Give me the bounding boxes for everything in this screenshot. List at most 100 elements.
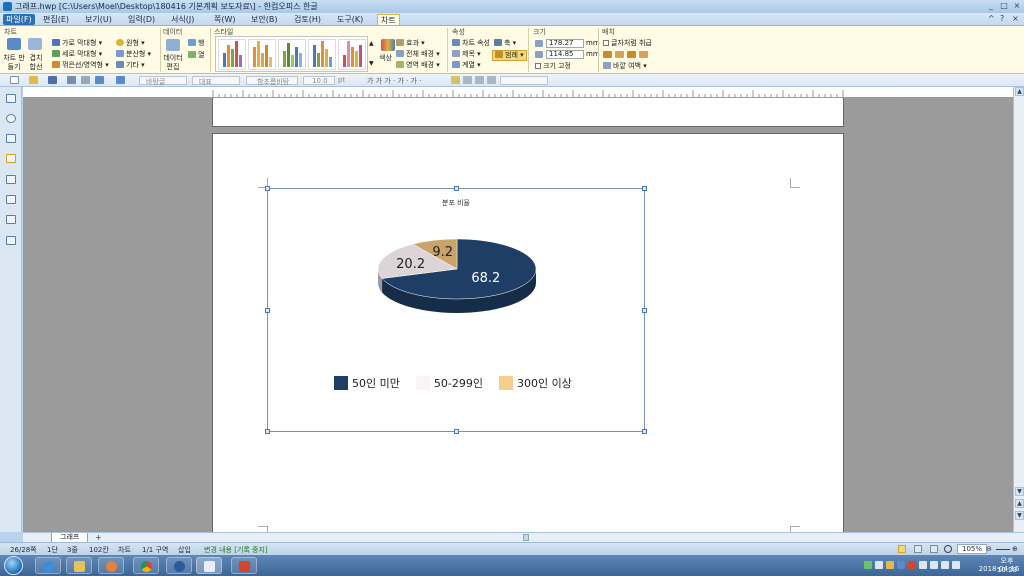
vertical-scrollbar[interactable]: ▲ ▼ ▲ ▼ bbox=[1013, 87, 1024, 532]
help-icon[interactable]: ? bbox=[1000, 14, 1004, 23]
taskbar-ie[interactable] bbox=[35, 557, 61, 574]
area-bg-button[interactable]: 영역 배경 ▾ bbox=[396, 61, 440, 70]
menu-review[interactable]: 검토(H) bbox=[291, 14, 324, 25]
redo-icon[interactable] bbox=[116, 76, 125, 84]
tray-icon[interactable] bbox=[908, 561, 916, 569]
column-button[interactable]: 열 bbox=[188, 51, 204, 60]
style-thumb[interactable] bbox=[248, 39, 276, 70]
chart-legend[interactable]: 50인 미만 50-299인 300인 이상 bbox=[334, 375, 588, 391]
whole-bg-button[interactable]: 전체 배경 ▾ bbox=[396, 50, 440, 59]
open-icon[interactable] bbox=[29, 76, 38, 84]
style-thumb[interactable] bbox=[308, 39, 336, 70]
zoom-slider[interactable] bbox=[996, 549, 1010, 550]
menu-format[interactable]: 서식(J) bbox=[168, 14, 197, 25]
style-thumb[interactable] bbox=[278, 39, 306, 70]
scatter-button[interactable]: 분산형 ▾ bbox=[116, 50, 151, 59]
pie-chart-plot[interactable]: 68.2 20.2 9.2 bbox=[268, 189, 644, 431]
zoom-select[interactable]: 105% bbox=[957, 544, 988, 554]
chart-object[interactable]: 분포 비율 68.2 20.2 9.2 50인 미만 50-299인 300인 이상 bbox=[265, 186, 647, 434]
start-button[interactable] bbox=[4, 556, 23, 575]
pie-button[interactable]: 원형 ▾ bbox=[116, 39, 145, 48]
align-center-icon[interactable] bbox=[463, 76, 472, 84]
taskbar-hwp[interactable] bbox=[196, 557, 222, 574]
align-right-icon[interactable] bbox=[475, 76, 484, 84]
axis-button[interactable]: 축 ▾ bbox=[494, 39, 516, 48]
help-panel-icon[interactable] bbox=[6, 114, 16, 123]
taskbar-media[interactable] bbox=[98, 557, 124, 574]
tray-icon[interactable] bbox=[864, 561, 872, 569]
menu-tools[interactable]: 도구(K) bbox=[334, 14, 366, 25]
menu-insert[interactable]: 입력(D) bbox=[125, 14, 158, 25]
chart-style-gallery[interactable] bbox=[215, 36, 368, 72]
chart-make-button[interactable]: 차트 만들기 bbox=[3, 54, 25, 72]
menu-edit[interactable]: 편집(E) bbox=[40, 14, 72, 25]
line-area-button[interactable]: 꺾은선/영역형 ▾ bbox=[52, 61, 109, 70]
print-icon[interactable] bbox=[67, 76, 76, 84]
menu-view[interactable]: 보기(U) bbox=[82, 14, 115, 25]
status-insert[interactable]: 삽입 bbox=[178, 545, 191, 555]
width-input[interactable]: 178.27 bbox=[546, 39, 584, 48]
layout-view-icon[interactable] bbox=[930, 545, 938, 553]
bar-vertical-button[interactable]: 세로 막대형 ▾ bbox=[52, 50, 102, 59]
tray-icon[interactable] bbox=[930, 561, 938, 569]
align-justify-icon[interactable] bbox=[487, 76, 496, 84]
next-page-icon[interactable]: ▼ bbox=[1015, 511, 1024, 520]
normal-view-icon[interactable] bbox=[898, 545, 906, 553]
font-size-input[interactable]: 10.0 bbox=[303, 76, 335, 85]
menu-file[interactable]: 파일(F) bbox=[3, 14, 35, 25]
style-thumb[interactable] bbox=[218, 39, 246, 70]
series-button[interactable]: 계열 ▾ bbox=[452, 61, 481, 70]
bookmark-icon[interactable] bbox=[6, 175, 16, 184]
chart-props-button[interactable]: 차트 속성 bbox=[452, 39, 490, 48]
align-left-icon[interactable] bbox=[451, 76, 460, 84]
save-icon[interactable] bbox=[48, 76, 57, 84]
taskbar-explorer[interactable] bbox=[66, 557, 92, 574]
horizontal-ruler[interactable] bbox=[23, 87, 1013, 98]
gallery-scroll-down-icon[interactable]: ▼ bbox=[369, 59, 374, 68]
legend-button[interactable]: 범례 ▾ bbox=[492, 50, 527, 61]
tray-icon[interactable] bbox=[897, 561, 905, 569]
clipart-icon[interactable] bbox=[6, 236, 16, 245]
ime-icon[interactable] bbox=[875, 561, 883, 569]
menu-security[interactable]: 보안(B) bbox=[248, 14, 280, 25]
effect-button[interactable]: 효과 ▾ bbox=[396, 39, 425, 48]
zoom-out-icon[interactable]: ⊖ bbox=[986, 545, 992, 553]
network-icon[interactable] bbox=[941, 561, 949, 569]
menu-page[interactable]: 쪽(W) bbox=[211, 14, 239, 25]
style-select[interactable]: 바탕글 bbox=[139, 76, 187, 86]
prev-page-icon[interactable]: ▲ bbox=[1015, 499, 1024, 508]
status-track-changes[interactable]: 변경 내용 [기록 중지] bbox=[204, 545, 268, 555]
minimize-button[interactable]: _ bbox=[985, 1, 997, 11]
row-button[interactable]: 행 bbox=[188, 39, 204, 48]
brush-icon[interactable] bbox=[6, 154, 16, 163]
taskbar-chrome[interactable] bbox=[133, 557, 159, 574]
page-view-icon[interactable] bbox=[914, 545, 922, 553]
menu-chart[interactable]: 차트 bbox=[377, 14, 400, 25]
scroll-down-icon[interactable]: ▼ bbox=[1015, 487, 1024, 496]
navigator-icon[interactable] bbox=[6, 94, 16, 103]
style-thumb[interactable] bbox=[338, 39, 366, 70]
doc-close-icon[interactable]: × bbox=[1012, 14, 1019, 23]
treat-as-char-checkbox[interactable]: 글자처럼 취급 bbox=[603, 39, 652, 48]
taskbar-app[interactable] bbox=[166, 557, 192, 574]
taskbar-hanshow[interactable] bbox=[231, 557, 257, 574]
other-chart-button[interactable]: 기타 ▾ bbox=[116, 61, 145, 70]
zoom-in-icon[interactable]: ⊕ bbox=[1012, 545, 1018, 553]
image-panel-icon[interactable] bbox=[6, 215, 16, 224]
preview-icon[interactable] bbox=[81, 76, 90, 84]
add-tab-icon[interactable]: + bbox=[95, 533, 102, 542]
horizontal-scrollbar[interactable]: 그래프 + bbox=[23, 532, 1024, 543]
comment-icon[interactable] bbox=[6, 195, 16, 204]
wrap-front-icon[interactable] bbox=[639, 51, 648, 58]
fix-size-checkbox[interactable]: 크기 고정 bbox=[535, 62, 571, 71]
height-input[interactable]: 114.85 bbox=[546, 50, 584, 59]
font-select[interactable]: 함초롬바탕 bbox=[246, 76, 298, 86]
new-doc-icon[interactable] bbox=[10, 76, 19, 84]
gallery-scroll-up-icon[interactable]: ▲ bbox=[369, 39, 374, 48]
font-lang-select[interactable]: 대표 bbox=[192, 76, 240, 86]
maximize-button[interactable]: □ bbox=[998, 1, 1010, 11]
outline-icon[interactable] bbox=[6, 134, 16, 143]
scroll-thumb[interactable] bbox=[523, 534, 529, 541]
combine-button[interactable]: 겹치 합선 bbox=[26, 54, 46, 72]
wrap-square-icon[interactable] bbox=[603, 51, 612, 58]
